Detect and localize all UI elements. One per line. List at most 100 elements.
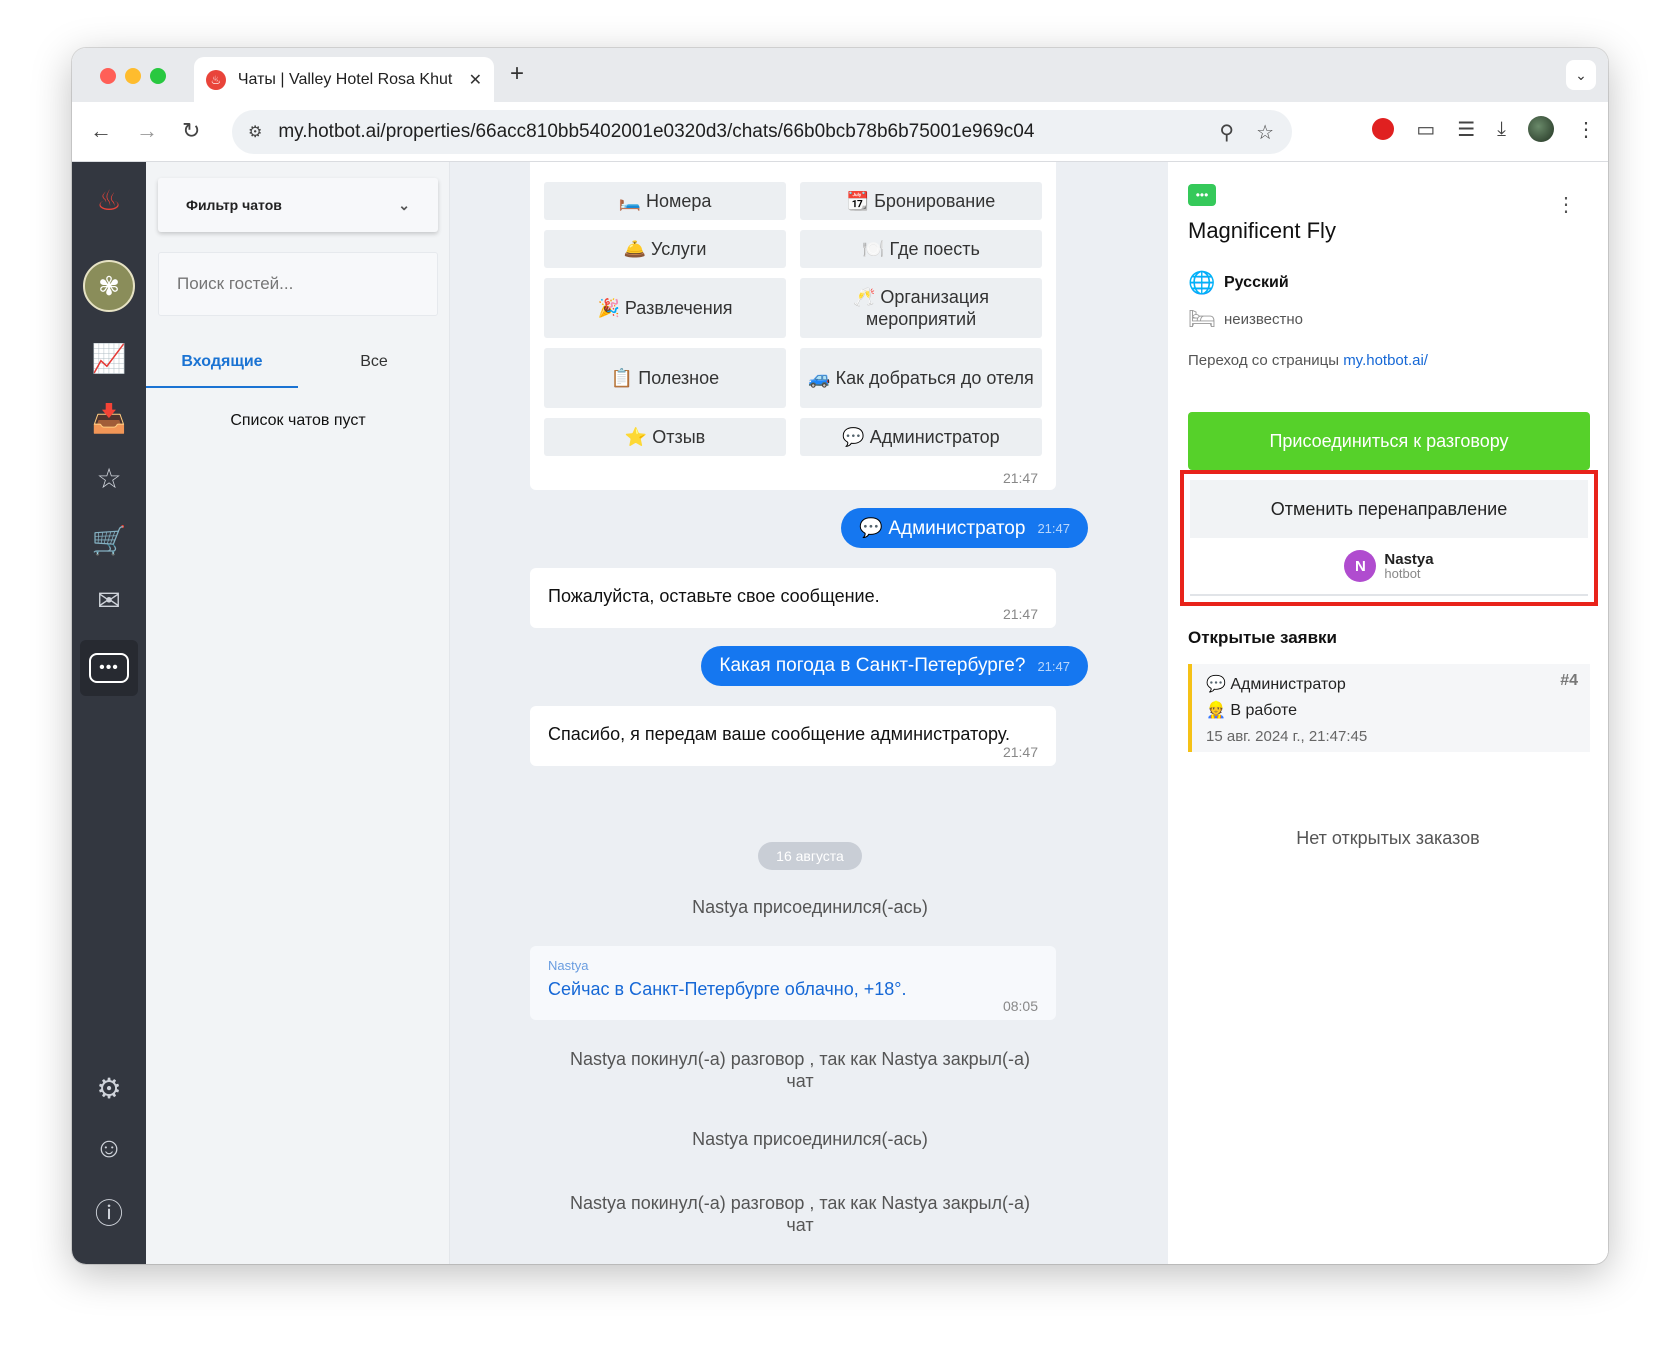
chevron-down-icon: ⌄ — [398, 196, 410, 213]
message-text: Сейчас в Санкт-Петербурге облачно, +18°. — [548, 979, 907, 999]
assigned-operator[interactable]: N Nastya hotbot — [1190, 538, 1588, 596]
guest-language: Русский — [1224, 274, 1289, 291]
guest-search-input[interactable] — [158, 252, 438, 316]
date-separator: 16 августа — [758, 842, 862, 870]
close-window-button[interactable] — [100, 68, 116, 84]
browser-tab[interactable]: ♨ Чаты | Valley Hotel Rosa Khut ✕ — [194, 57, 494, 102]
site-settings-icon[interactable]: ⚙ — [248, 122, 262, 142]
no-orders-text: Нет открытых заказов — [1296, 828, 1480, 848]
address-bar[interactable]: ⚙ my.hotbot.ai/properties/66acc810bb5402… — [232, 110, 1292, 154]
quick-reply-button[interactable]: 🥂 Организация мероприятий — [800, 278, 1042, 338]
app-area: ♨ ✾ 📈 📥 ☆ 🛒 ✉ ••• ⚙ ☺ ⓘ Фильтр чатов ⌄ В… — [72, 162, 1608, 1264]
account-user-icon[interactable]: ☺ — [72, 1132, 146, 1164]
ticket-type: 💬 Администратор — [1206, 676, 1346, 693]
hotel-logo-avatar[interactable]: ✾ — [83, 260, 135, 312]
browser-toolbar: ← → ↻ ⚙ my.hotbot.ai/properties/66acc810… — [72, 102, 1608, 162]
analytics-chart-icon[interactable]: 📈 — [72, 342, 146, 375]
guest-room: неизвестно — [1224, 310, 1304, 328]
more-options-kebab-icon[interactable]: ⋮ — [1556, 192, 1576, 217]
chat-list-panel: Фильтр чатов ⌄ Входящие Все Список чатов… — [146, 162, 450, 1264]
tab-incoming[interactable]: Входящие — [146, 342, 298, 388]
minimize-window-button[interactable] — [125, 68, 141, 84]
quick-reply-button[interactable]: 💬 Администратор — [800, 418, 1042, 456]
quick-reply-button[interactable]: ⭐ Отзыв — [544, 418, 786, 456]
chats-nav-item[interactable]: ••• — [80, 640, 138, 696]
join-conversation-button[interactable]: Присоединиться к разговору — [1188, 412, 1590, 470]
operator-org: hotbot — [1384, 566, 1421, 581]
message-time: 21:47 — [1002, 470, 1038, 486]
chat-tabs: Входящие Все — [146, 342, 450, 388]
zoom-window-button[interactable] — [150, 68, 166, 84]
system-message: Nastya присоединился(-ась) — [692, 897, 928, 917]
ticket-card[interactable]: 💬 Администратор #4 👷 В работе 15 авг. 20… — [1188, 664, 1590, 752]
system-message: Nastya покинул(-а) разговор , так как Na… — [569, 1193, 1031, 1235]
system-message: Nastya покинул(-а) разговор , так как Na… — [569, 1049, 1031, 1091]
highlight-box: Отменить перенаправление N Nastya hotbot — [1180, 470, 1598, 606]
ticket-status: 👷 В работе — [1206, 702, 1298, 719]
message-text: Спасибо, я передам ваше сообщение админи… — [548, 724, 1011, 744]
hotbot-favicon-icon: ♨ — [206, 69, 226, 90]
cancel-redirect-button[interactable]: Отменить перенаправление — [1190, 480, 1588, 538]
quick-reply-button[interactable]: 🍽️ Где поесть — [800, 230, 1042, 268]
open-requests-title: Открытые заявки — [1188, 628, 1337, 647]
incoming-message: Пожалуйста, оставьте свое сообщение. 21:… — [530, 568, 1056, 628]
tab-bar: ♨ Чаты | Valley Hotel Rosa Khut ✕ + ⌄ — [72, 48, 1608, 102]
back-arrow-icon[interactable]: ← — [90, 118, 112, 144]
settings-gear-icon[interactable]: ⚙ — [72, 1072, 146, 1105]
chat-bubble-icon: ••• — [89, 653, 129, 683]
tab-all[interactable]: Все — [298, 342, 450, 388]
quick-reply-button[interactable]: 📆 Бронирование — [800, 182, 1042, 220]
nav-rail: ♨ ✾ 📈 📥 ☆ 🛒 ✉ ••• ⚙ ☺ ⓘ — [72, 162, 146, 1264]
bookmark-star-icon[interactable]: ☆ — [1256, 120, 1274, 145]
message-time: 21:47 — [1037, 658, 1070, 674]
referrer-label: Переход со страницы — [1188, 352, 1344, 369]
globe-icon: 🌐 — [1188, 270, 1216, 295]
avatar: N — [1344, 550, 1377, 582]
profile-avatar[interactable] — [1528, 116, 1554, 142]
quick-reply-button[interactable]: 🚙 Как добраться до отеля — [800, 348, 1042, 408]
message-time: 21:47 — [1002, 744, 1038, 760]
guest-room-row: 🛏 неизвестно — [1188, 306, 1303, 332]
ticket-number: #4 — [1560, 672, 1578, 689]
bed-icon: 🛏 — [1188, 306, 1216, 331]
operator-name: Nastya — [1384, 551, 1434, 568]
message-text: Какая погода в Санкт-Петербурге? — [719, 655, 1026, 676]
extensions-puzzle-icon[interactable]: ▭ — [1416, 117, 1435, 142]
tab-title: Чаты | Valley Hotel Rosa Khut — [237, 70, 453, 88]
new-tab-icon[interactable]: + — [510, 60, 524, 88]
quick-reply-button[interactable]: 🛏️ Номера — [544, 182, 786, 220]
chat-channel-icon: ••• — [1188, 184, 1216, 206]
quick-reply-button[interactable]: 🎉 Развлечения — [544, 278, 786, 338]
download-icon[interactable]: ⤓ — [1497, 118, 1506, 141]
chat-filter-label: Фильтр чатов — [186, 197, 282, 213]
guest-name: Magnificent Fly — [1188, 218, 1336, 243]
message-time: 21:47 — [1002, 606, 1038, 622]
chat-filter-dropdown[interactable]: Фильтр чатов ⌄ — [158, 178, 438, 232]
quick-reply-button[interactable]: 🛎️ Услуги — [544, 230, 786, 268]
message-time: 21:47 — [1037, 520, 1070, 536]
message-time: 08:05 — [1002, 998, 1038, 1014]
hotbot-flame-icon[interactable]: ♨ — [72, 184, 146, 217]
system-message: Nastya присоединился(-ась) — [692, 1129, 928, 1149]
tab-close-icon[interactable]: ✕ — [469, 70, 482, 90]
outgoing-message: 💬 Администратор 21:47 — [841, 508, 1088, 548]
chat-list-empty-text: Список чатов пуст — [230, 412, 366, 429]
forward-arrow-icon[interactable]: → — [136, 118, 158, 144]
referrer-row: Переход со страницы my.hotbot.ai/ — [1188, 352, 1428, 369]
reviews-star-inbox-icon[interactable]: ☆ — [72, 462, 146, 495]
tab-search-chevron-icon[interactable]: ⌄ — [1566, 60, 1596, 90]
message-text: Пожалуйста, оставьте свое сообщение. — [548, 586, 880, 606]
zoom-magnifier-icon[interactable]: ⚲ — [1219, 120, 1234, 145]
shop-cart-icon[interactable]: 🛒 — [72, 524, 146, 557]
reload-icon[interactable]: ↻ — [182, 118, 200, 144]
media-queue-icon[interactable]: ☰ — [1457, 117, 1475, 142]
adblock-extension-icon[interactable] — [1372, 118, 1395, 140]
url-text[interactable]: my.hotbot.ai/properties/66acc810bb540200… — [278, 121, 1034, 143]
quick-reply-button[interactable]: 📋 Полезное — [544, 348, 786, 408]
browser-window: ♨ Чаты | Valley Hotel Rosa Khut ✕ + ⌄ ← … — [72, 48, 1608, 1264]
referrer-link[interactable]: my.hotbot.ai/ — [1343, 352, 1428, 369]
inbox-download-icon[interactable]: 📥 — [72, 402, 146, 435]
help-question-icon[interactable]: ⓘ — [72, 1192, 146, 1232]
browser-menu-kebab-icon[interactable]: ⋮ — [1576, 117, 1596, 142]
mailing-envelope-icon[interactable]: ✉ — [72, 584, 146, 617]
